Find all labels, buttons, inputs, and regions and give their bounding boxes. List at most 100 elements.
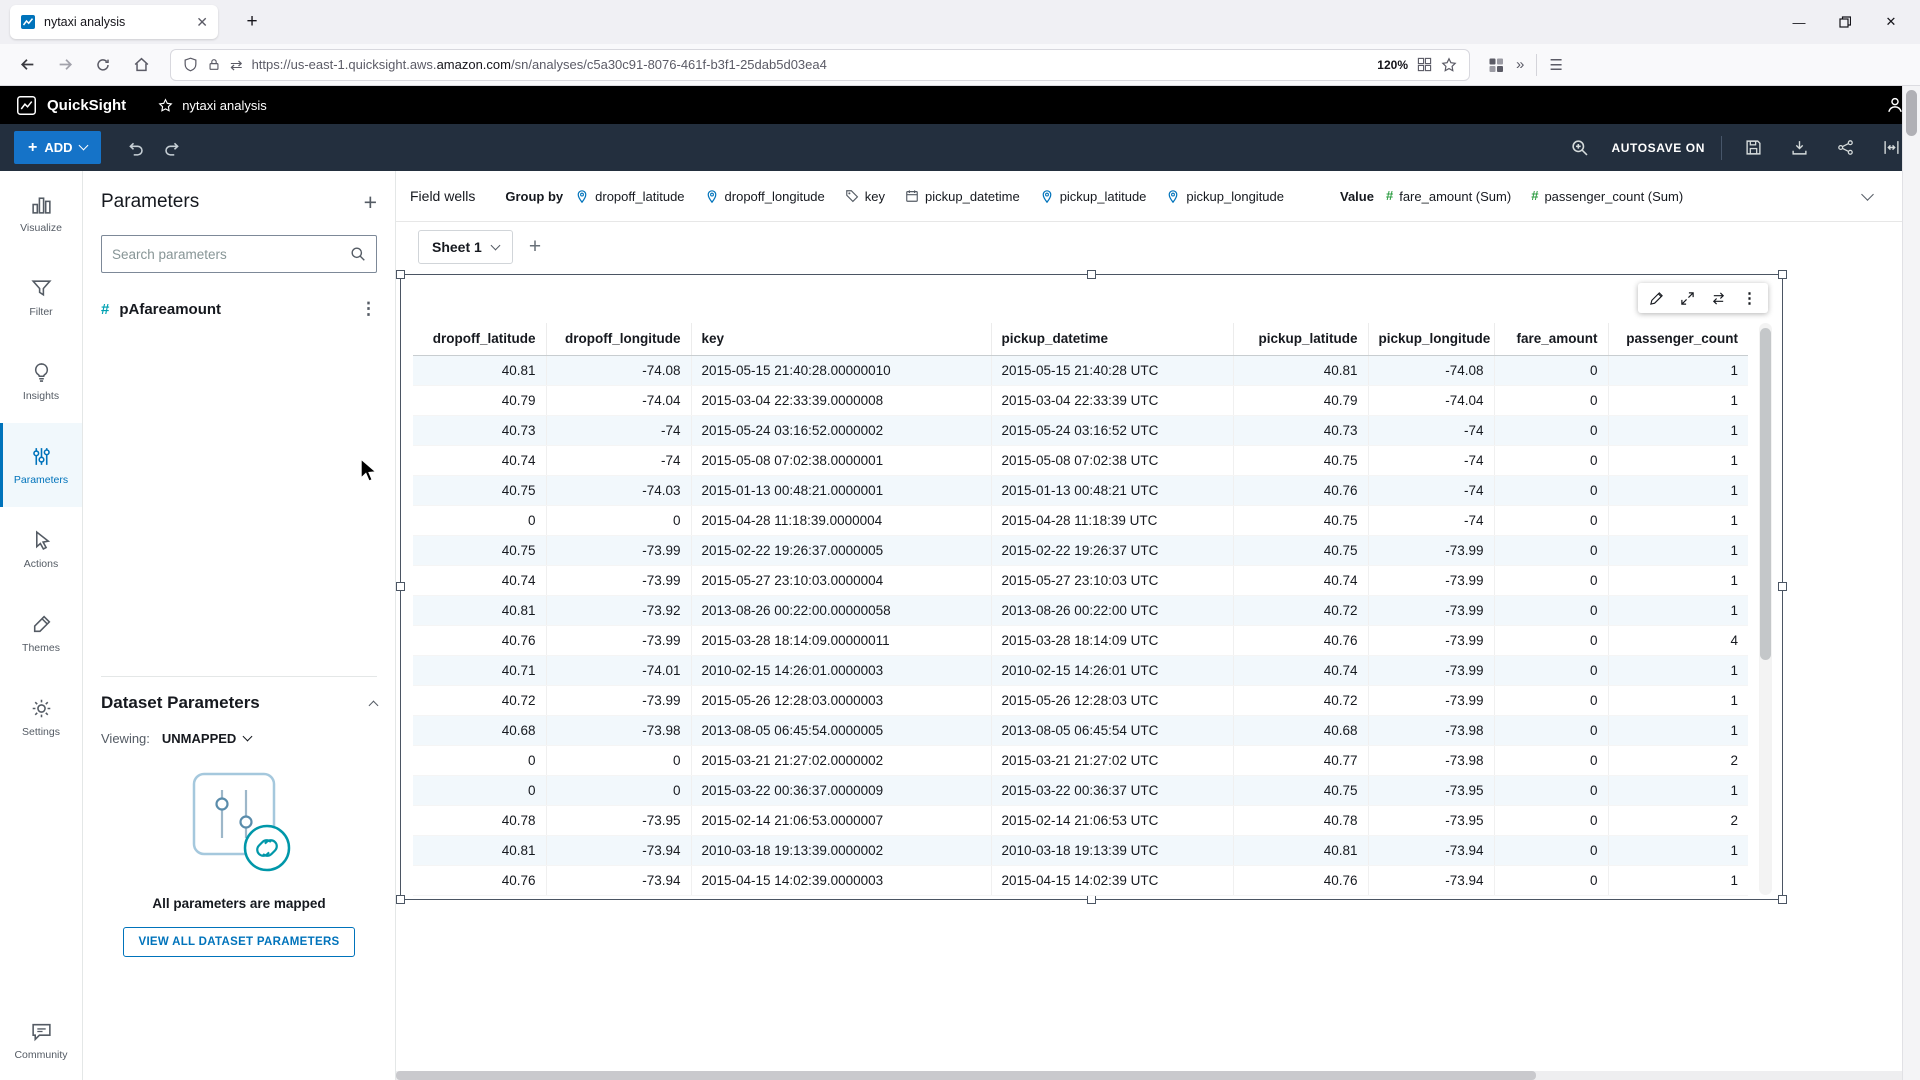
column-header-dropoff_latitude[interactable]: dropoff_latitude xyxy=(413,323,547,356)
table-row[interactable]: 40.78 -73.95 2015-02-14 21:06:53.0000007 20… xyxy=(413,805,1748,836)
resize-handle[interactable] xyxy=(1086,270,1096,279)
resize-handle[interactable] xyxy=(1778,270,1787,279)
resize-handle[interactable] xyxy=(396,270,405,279)
containers-icon[interactable] xyxy=(1417,57,1432,72)
table-visual[interactable]: ⋮ dropoff_latitude dropoff_longitude key pi… xyxy=(396,270,1787,904)
table-row[interactable]: 40.68 -73.98 2013-08-05 06:45:54.0000005 20… xyxy=(413,715,1748,746)
edit-pencil-icon[interactable] xyxy=(1649,291,1664,306)
menu-hamburger-icon[interactable]: ☰ xyxy=(1549,56,1562,74)
resize-handle[interactable] xyxy=(396,895,405,904)
lock-icon[interactable] xyxy=(207,57,221,72)
add-parameter-icon[interactable]: + xyxy=(364,191,377,214)
column-header-pickup_datetime[interactable]: pickup_datetime xyxy=(991,323,1234,356)
window-close-icon[interactable]: ✕ xyxy=(1868,5,1914,39)
table-row[interactable]: 40.79 -74.04 2015-03-04 22:33:39.0000008 20… xyxy=(413,385,1748,416)
add-button[interactable]: + ADD xyxy=(14,131,101,164)
canvas-horizontal-scrollbar-thumb[interactable] xyxy=(396,1071,1536,1080)
autosave-toggle[interactable]: AUTOSAVE ON xyxy=(1611,141,1705,155)
table-scrollbar-thumb[interactable] xyxy=(1760,328,1771,660)
rail-item-community[interactable]: Community xyxy=(0,1008,82,1072)
rail-item-filter[interactable]: Filter xyxy=(0,255,82,339)
table-row[interactable]: 40.72 -73.99 2015-05-26 12:28:03.0000003 20… xyxy=(413,685,1748,716)
reload-icon[interactable] xyxy=(86,49,120,81)
table-row[interactable]: 0 0 2015-03-21 21:27:02.0000002 2015-03-21 … xyxy=(413,745,1748,776)
table-row[interactable]: 40.81 -73.94 2010-03-18 19:13:39.0000002 20… xyxy=(413,835,1748,866)
share-icon[interactable] xyxy=(1830,133,1860,163)
resize-handle[interactable] xyxy=(396,582,405,591)
rail-item-actions[interactable]: Actions xyxy=(0,507,82,591)
window-restore-icon[interactable] xyxy=(1822,5,1868,39)
rail-item-themes[interactable]: Themes xyxy=(0,591,82,675)
overflow-chevrons-icon[interactable]: » xyxy=(1516,56,1524,73)
column-header-pickup_longitude[interactable]: pickup_longitude xyxy=(1368,323,1495,356)
window-minimize-icon[interactable]: — xyxy=(1776,5,1822,39)
column-header-dropoff_longitude[interactable]: dropoff_longitude xyxy=(546,323,692,356)
zoom-level-badge[interactable]: 120% xyxy=(1377,58,1408,72)
zoom-tool-icon[interactable] xyxy=(1565,133,1595,163)
table-row[interactable]: 40.81 -74.08 2015-05-15 21:40:28.00000010 2… xyxy=(413,355,1748,386)
rail-item-visualize[interactable]: Visualize xyxy=(0,171,82,255)
rail-item-settings[interactable]: Settings xyxy=(0,675,82,759)
new-tab-button[interactable]: + xyxy=(238,8,266,36)
maximize-icon[interactable] xyxy=(1680,291,1695,306)
redo-icon[interactable] xyxy=(157,133,187,163)
forward-icon[interactable] xyxy=(48,49,82,81)
browser-tab[interactable]: nytaxi analysis ✕ xyxy=(10,5,218,39)
field-pill-pickup_longitude[interactable]: pickup_longitude xyxy=(1166,189,1284,204)
swap-arrows-icon[interactable] xyxy=(1711,291,1726,306)
bookmark-star-icon[interactable] xyxy=(1441,56,1457,73)
chevron-up-icon[interactable] xyxy=(368,700,379,710)
visual-menu-kebab-icon[interactable]: ⋮ xyxy=(1742,289,1757,307)
save-icon[interactable] xyxy=(1738,133,1768,163)
home-icon[interactable] xyxy=(124,49,158,81)
rail-item-insights[interactable]: Insights xyxy=(0,339,82,423)
shield-icon[interactable] xyxy=(183,57,198,72)
table-row[interactable]: 40.81 -73.92 2013-08-26 00:22:00.00000058 2… xyxy=(413,595,1748,626)
canvas-horizontal-scrollbar[interactable] xyxy=(396,1071,1902,1080)
table-row[interactable]: 40.74 -74 2015-05-08 07:02:38.0000001 2015-… xyxy=(413,445,1748,476)
canvas[interactable]: ⋮ dropoff_latitude dropoff_longitude key pi… xyxy=(396,270,1902,1072)
column-header-pickup_latitude[interactable]: pickup_latitude xyxy=(1233,323,1369,356)
undo-icon[interactable] xyxy=(121,133,151,163)
field-pill-pickup_datetime[interactable]: pickup_datetime xyxy=(905,189,1020,204)
table-row[interactable]: 0 0 2015-03-22 00:36:37.0000009 2015-03-22 … xyxy=(413,775,1748,806)
field-pill-key[interactable]: key xyxy=(845,189,885,204)
field-wells-bar[interactable]: Field wells Group by dropoff_latitude dro… xyxy=(396,171,1902,222)
field-pill-dropoff_longitude[interactable]: dropoff_longitude xyxy=(705,189,825,204)
table-row[interactable]: 40.75 -73.99 2015-02-22 19:26:37.0000005 20… xyxy=(413,535,1748,566)
sheet-tab[interactable]: Sheet 1 xyxy=(418,230,513,264)
extensions-icon[interactable] xyxy=(1488,57,1504,73)
resize-handle[interactable] xyxy=(1778,582,1787,591)
parameter-list-item[interactable]: # pAfareamount ⋮ xyxy=(83,299,395,319)
viewing-dropdown[interactable]: UNMAPPED xyxy=(162,731,253,746)
page-scrollbar[interactable] xyxy=(1902,86,1920,1080)
page-scrollbar-thumb[interactable] xyxy=(1906,90,1917,136)
column-header-passenger_count[interactable]: passenger_count xyxy=(1608,323,1748,356)
resize-handle[interactable] xyxy=(1086,895,1096,904)
search-parameters-input[interactable] xyxy=(112,246,350,262)
back-icon[interactable] xyxy=(10,49,44,81)
field-pill-pickup_latitude[interactable]: pickup_latitude xyxy=(1040,189,1146,204)
export-icon[interactable] xyxy=(1784,133,1814,163)
table-row[interactable]: 40.75 -74.03 2015-01-13 00:48:21.0000001 20… xyxy=(413,475,1748,506)
favorite-star-icon[interactable] xyxy=(158,97,173,113)
table-row[interactable]: 40.73 -74 2015-05-24 03:16:52.0000002 2015-… xyxy=(413,415,1748,446)
tab-close-icon[interactable]: ✕ xyxy=(196,14,208,31)
rail-item-parameters[interactable]: Parameters xyxy=(0,423,82,507)
column-header-key[interactable]: key xyxy=(691,323,992,356)
add-sheet-icon[interactable]: + xyxy=(529,235,541,259)
field-pill-passenger_count-Sum-[interactable]: # passenger_count (Sum) xyxy=(1531,187,1683,205)
field-pill-fare_amount-Sum-[interactable]: # fare_amount (Sum) xyxy=(1386,187,1511,205)
resize-handle[interactable] xyxy=(1778,895,1787,904)
permissions-icon[interactable]: ⇄ xyxy=(230,56,243,74)
column-header-fare_amount[interactable]: fare_amount xyxy=(1494,323,1609,356)
table-scrollbar[interactable] xyxy=(1759,323,1772,895)
table-row[interactable]: 40.74 -73.99 2015-05-27 23:10:03.0000004 20… xyxy=(413,565,1748,596)
quicksight-brand[interactable]: QuickSight xyxy=(16,95,126,116)
url-bar[interactable]: ⇄ https://us-east-1.quicksight.aws.amazo… xyxy=(170,48,1470,81)
parameter-menu-icon[interactable]: ⋮ xyxy=(360,299,377,319)
table-row[interactable]: 40.71 -74.01 2010-02-15 14:26:01.0000003 20… xyxy=(413,655,1748,686)
field-pill-dropoff_latitude[interactable]: dropoff_latitude xyxy=(575,189,685,204)
table-row[interactable]: 40.76 -73.94 2015-04-15 14:02:39.0000003 20… xyxy=(413,865,1748,896)
view-all-dataset-parameters-button[interactable]: VIEW ALL DATASET PARAMETERS xyxy=(123,927,355,957)
